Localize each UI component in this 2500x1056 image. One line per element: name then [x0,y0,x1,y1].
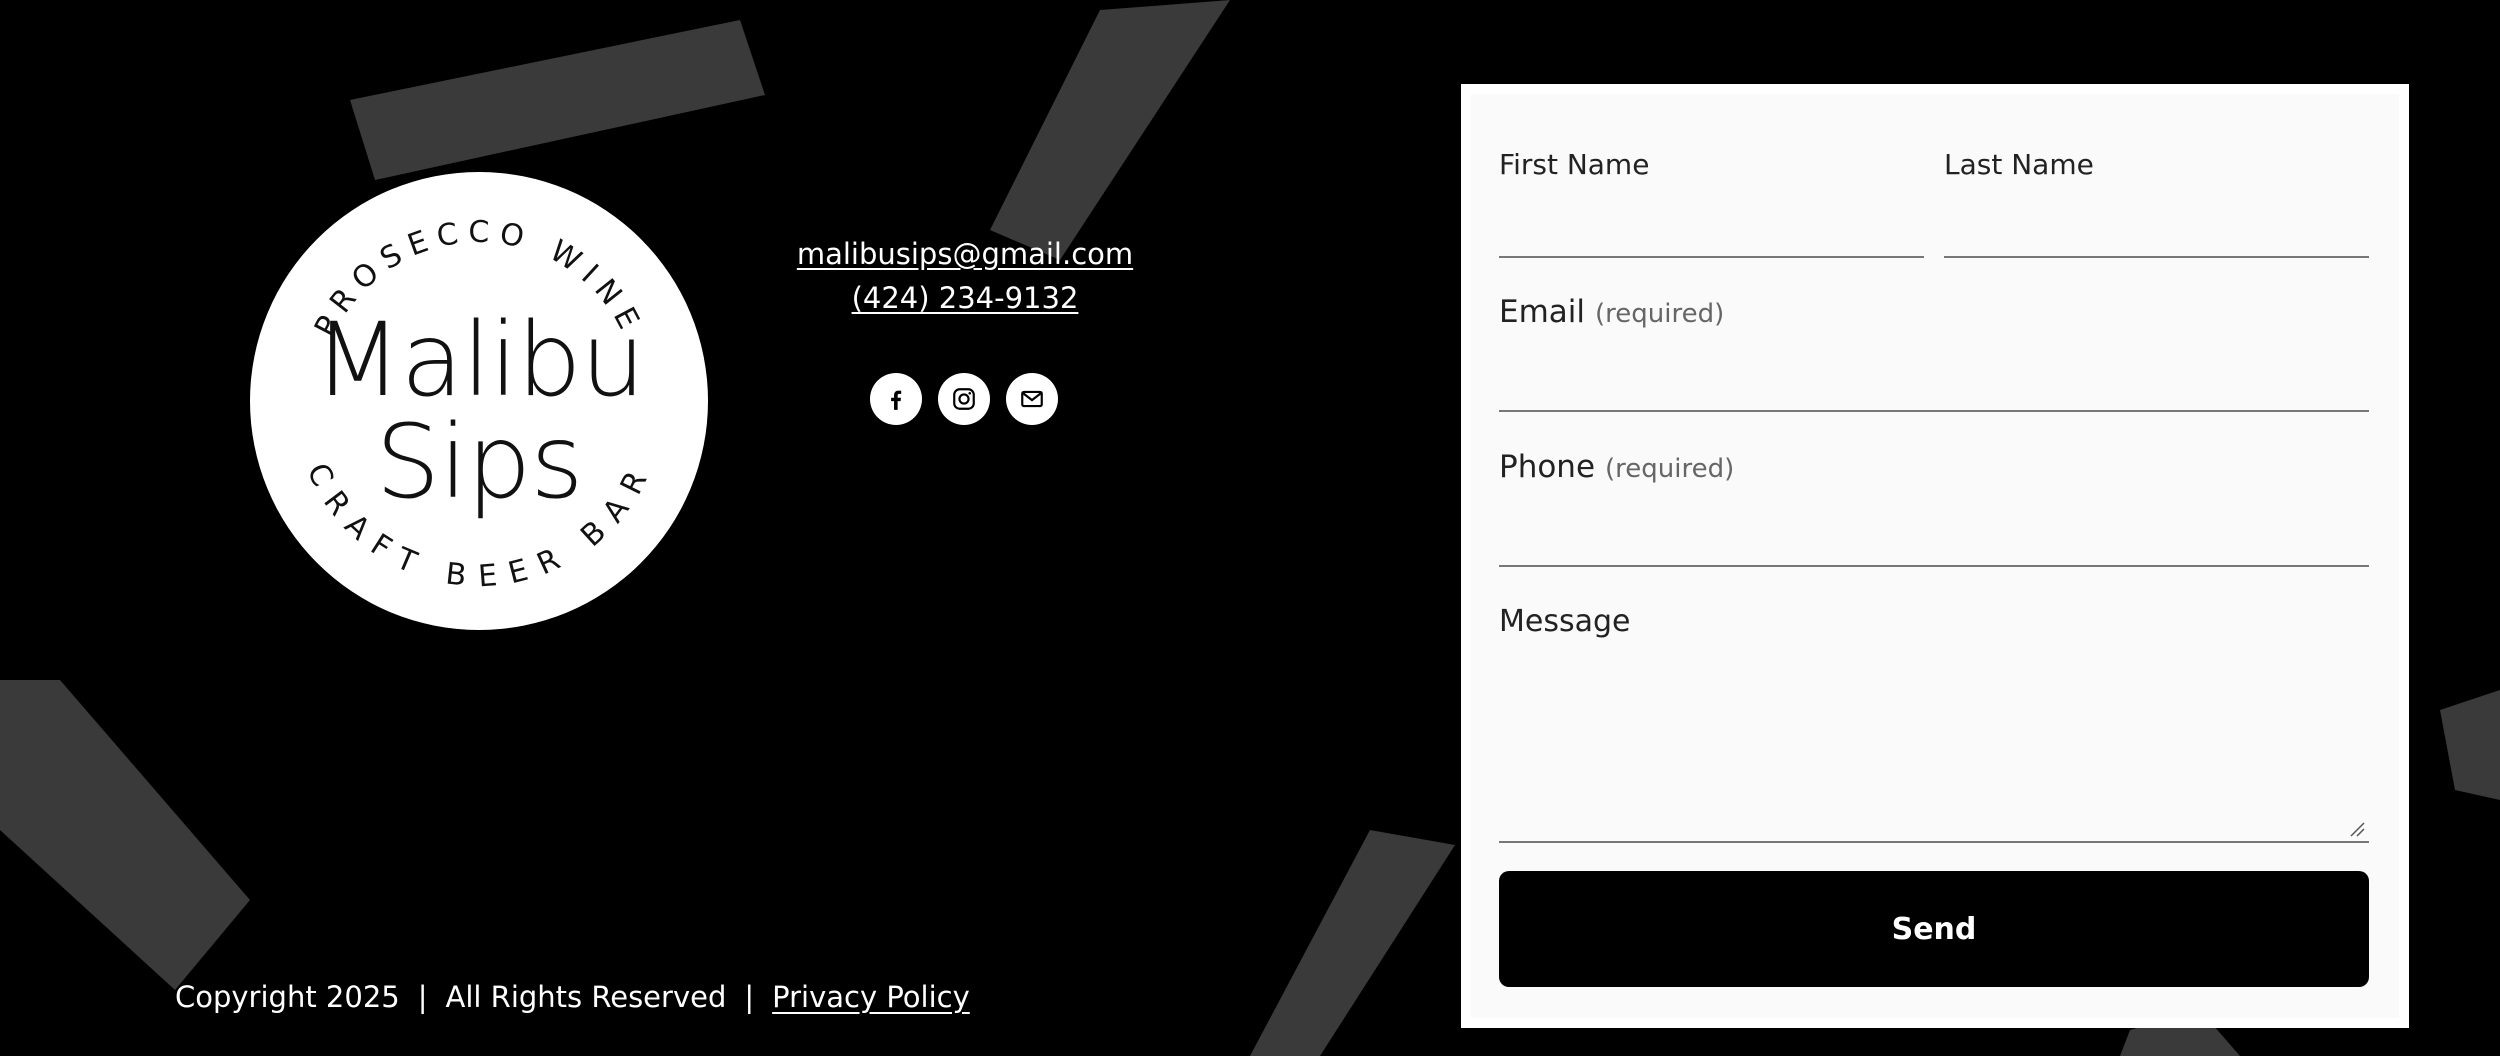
send-button[interactable]: Send [1499,871,2369,987]
phone-label: Phone [1499,449,1596,485]
facebook-link[interactable] [870,373,922,425]
email-social-link[interactable] [1006,373,1058,425]
last-name-input-line[interactable] [1944,256,2369,258]
last-name-label: Last Name [1944,148,2094,181]
rights-text: All Rights Reserved [445,980,727,1014]
footer: Copyright 2025 | All Rights Reserved | Priva… [175,980,970,1014]
facebook-icon [891,390,902,410]
logo-name-line2: Sips [375,403,584,522]
email-input-line[interactable] [1499,410,2369,412]
instagram-link[interactable] [938,373,990,425]
footer-separator: | [417,980,428,1014]
phone-field[interactable]: Phone (required) [1499,449,2369,569]
message-field[interactable]: Message [1499,604,2369,844]
footer-separator: | [744,980,755,1014]
email-label: Email [1499,294,1586,330]
email-required-note: (required) [1595,299,1725,329]
contact-info: malibusips@gmail.com (424) 234-9132 [710,232,1220,320]
first-name-field[interactable]: First Name [1499,148,1924,258]
first-name-label: First Name [1499,148,1650,181]
privacy-policy-link[interactable]: Privacy Policy [772,980,970,1014]
copyright-text: Copyright 2025 [175,980,400,1014]
phone-required-note: (required) [1605,454,1735,484]
email-link[interactable]: malibusips@gmail.com [710,232,1220,276]
resize-handle-icon[interactable] [2347,819,2365,837]
contact-form: First Name Last Name Email (required) Pho… [1461,84,2409,1028]
email-icon [1021,390,1043,408]
message-label: Message [1499,604,1631,639]
phone-input-line[interactable] [1499,565,2369,567]
logo-name-line1: Malibu [313,301,646,420]
brand-logo: PROSECCO WINE CRAFT BEER BAR Malibu Sips [250,172,708,630]
phone-link[interactable]: (424) 234-9132 [710,276,1220,320]
email-field[interactable]: Email (required) [1499,294,2369,414]
first-name-input-line[interactable] [1499,256,1924,258]
last-name-field[interactable]: Last Name [1944,148,2369,258]
instagram-icon [953,388,975,410]
message-input-line[interactable] [1499,841,2369,843]
